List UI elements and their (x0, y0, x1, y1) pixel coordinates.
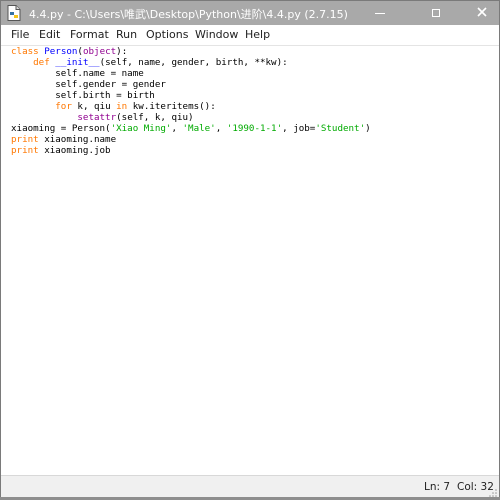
idle-editor-window: 4.4.py - C:\Users\唯武\Desktop\Python\进阶\4… (0, 0, 500, 499)
menu-help[interactable]: Help (245, 28, 270, 41)
close-icon (477, 6, 487, 20)
code-line: self.gender = gender (11, 79, 166, 90)
menu-run[interactable]: Run (116, 28, 137, 41)
status-bar: Ln: 7 Col: 32 (1, 475, 499, 499)
menu-edit[interactable]: Edit (39, 28, 60, 41)
status-line-number: Ln: 7 (424, 481, 451, 493)
code-line: xiaoming = Person('Xiao Ming', 'Male', '… (11, 123, 371, 134)
code-line: class Person(object): (11, 46, 128, 57)
code-line: print xiaoming.name (11, 134, 117, 145)
code-line: setattr(self, k, qiu) (77, 112, 194, 123)
minimize-icon (375, 12, 385, 14)
window-title: 4.4.py - C:\Users\唯武\Desktop\Python\进阶\4… (29, 8, 348, 21)
code-line: def __init__(self, name, gender, birth, … (33, 57, 288, 68)
menu-bar: File Edit Format Run Options Window Help (1, 25, 499, 46)
minimize-button[interactable] (363, 1, 397, 25)
code-line: print xiaoming.job (11, 145, 111, 156)
close-button[interactable] (465, 1, 499, 25)
code-line: self.name = name (11, 68, 144, 79)
menu-format[interactable]: Format (70, 28, 109, 41)
maximize-button[interactable] (419, 1, 453, 25)
code-line: self.birth = birth (11, 90, 155, 101)
python-file-icon (7, 5, 21, 21)
title-bar[interactable]: 4.4.py - C:\Users\唯武\Desktop\Python\进阶\4… (1, 1, 499, 25)
resize-grip-icon[interactable] (489, 488, 497, 497)
maximize-icon (432, 9, 440, 17)
code-editor[interactable]: class Person(object): def __init__(self,… (1, 46, 499, 474)
menu-options[interactable]: Options (146, 28, 188, 41)
menu-file[interactable]: File (11, 28, 29, 41)
code-line: for k, qiu in kw.iteritems(): (55, 101, 216, 112)
menu-window[interactable]: Window (195, 28, 238, 41)
